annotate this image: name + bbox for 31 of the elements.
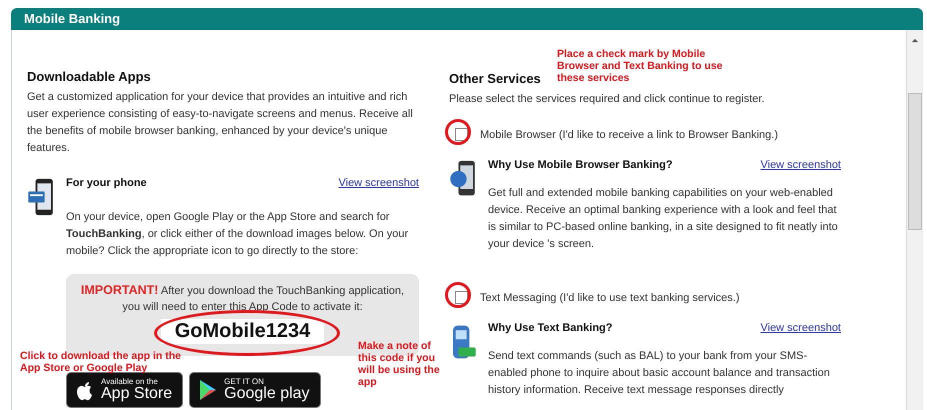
annotation-circle [445, 119, 471, 145]
phone-icon [27, 177, 55, 217]
feature-description: Send text commands (such as BAL) to your bank from your SMS-enabled phone to inquire about basic account balance and transaction history information. Receive text message responses directly [488, 349, 831, 398]
section-description: Get a customized application for your device that provides an intuitive and rich user experience consisting of easy-to-navigate screens and menus. Receive all the benefits of mobile browser banking, enhanced by your device's unique features. [27, 90, 414, 156]
annotation-note: Click to download the app in the App Store or Google Play [20, 350, 182, 374]
annotation-note: Make a note of this code if you will be using the app [358, 340, 441, 388]
store-badge-button[interactable]: Available on the App Store [66, 372, 184, 408]
checkbox[interactable] [455, 291, 468, 304]
feature-title: For your phone [66, 177, 147, 189]
annotation-note: Place a check mark by Mobile Browser and Text Banking to use these services [557, 48, 724, 84]
section-heading: Other Services [449, 70, 541, 88]
checkbox-label: Mobile Browser (I'd like to receive a link to Browser Banking.) [480, 128, 778, 140]
scroll-thumb[interactable] [908, 93, 922, 230]
view-screenshot-link[interactable]: View screenshot [760, 322, 841, 334]
store-badge-button[interactable]: GET IT ON Google play [189, 372, 321, 408]
app-code: GoMobile1234 [160, 319, 324, 344]
view-screenshot-link[interactable]: View screenshot [338, 177, 419, 189]
instructions-text: On your device, open Google Play or the App Store and search for TouchBanking, or click either of the download images below. On your mobile? Click the appropriate icon to go directly to the store: [66, 210, 410, 259]
checkbox[interactable] [455, 128, 468, 141]
panel-title: Mobile Banking [24, 11, 120, 26]
annotation-circle [445, 282, 471, 308]
scrollbar[interactable] [906, 30, 923, 410]
feature-title: Why Use Mobile Browser Banking? [488, 159, 673, 171]
play-triangle-icon [198, 378, 218, 402]
section-description: Please select the services required and click continue to register. [449, 92, 766, 107]
view-screenshot-link[interactable]: View screenshot [760, 159, 841, 171]
scroll-up-icon[interactable] [911, 38, 919, 43]
checkbox-label: Text Messaging (I'd like to use text banking services.) [480, 292, 740, 304]
feature-description: Get full and extended mobile banking capabilities on your web-enabled device. Receive an optimal banking experience with a look and feel that is similar to PC-based online banking, in a site designed to fit neatly into your device 's screen. [488, 186, 839, 252]
feature-title: Why Use Text Banking? [488, 322, 612, 334]
section-heading: Downloadable Apps [27, 68, 151, 86]
